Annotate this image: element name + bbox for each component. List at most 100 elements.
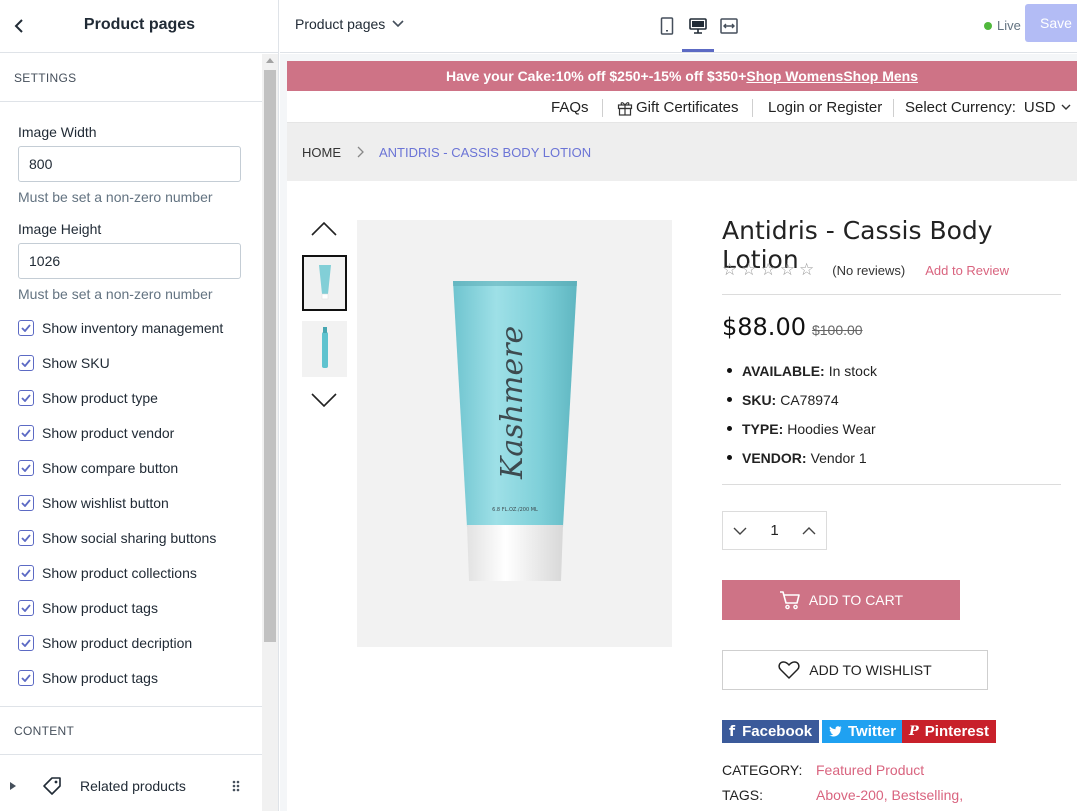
- bullet-icon: [727, 455, 732, 460]
- checkbox[interactable]: [18, 389, 34, 406]
- spec-value: In stock: [828, 362, 877, 379]
- divider: [722, 294, 1061, 295]
- fullscreen-view-button[interactable]: [717, 14, 741, 38]
- setting-checkbox-row[interactable]: Show SKU: [0, 345, 262, 380]
- scroll-up-arrow-icon[interactable]: [266, 58, 274, 63]
- checkbox[interactable]: [18, 319, 34, 336]
- quantity-value[interactable]: 1: [770, 522, 778, 539]
- checkbox[interactable]: [18, 599, 34, 616]
- star-empty-icon[interactable]: ☆: [780, 260, 795, 280]
- checkbox-label: Show compare button: [42, 459, 179, 476]
- login-register-link[interactable]: Login or Register: [768, 99, 882, 116]
- divider: [722, 484, 1061, 485]
- setting-checkbox-row[interactable]: Show wishlist button: [0, 485, 262, 520]
- heart-icon: [778, 661, 800, 679]
- checkmark-icon: [21, 358, 31, 367]
- setting-checkbox-row[interactable]: Show product decription: [0, 625, 262, 660]
- quantity-increase-button[interactable]: [798, 520, 820, 542]
- gift-icon: [617, 101, 633, 116]
- live-dot-icon: [984, 21, 992, 30]
- setting-checkbox-row[interactable]: Show inventory management: [0, 310, 262, 345]
- checkbox-label: Show product tags: [42, 599, 158, 616]
- page-selector-dropdown[interactable]: Product pages: [295, 16, 404, 32]
- shop-mens-link[interactable]: Shop Mens: [843, 68, 918, 84]
- review-count: (No reviews): [832, 262, 906, 278]
- setting-checkbox-row[interactable]: Show product type: [0, 380, 262, 415]
- chevron-right-icon: [357, 146, 364, 158]
- product-thumbnail-image: [321, 327, 328, 368]
- store-preview: Have your Cake: 10% off $250+ - 15% off …: [280, 54, 1077, 811]
- category-link[interactable]: Featured Product: [816, 762, 924, 778]
- pinterest-share-button[interactable]: P Pinterest: [902, 720, 996, 743]
- gallery-thumbnail-2[interactable]: [302, 321, 347, 377]
- category-label: CATEGORY:: [722, 762, 803, 778]
- checkbox[interactable]: [18, 634, 34, 651]
- add-review-link[interactable]: Add to Review: [925, 263, 1009, 278]
- setting-checkbox-row[interactable]: Show product vendor: [0, 415, 262, 450]
- currency-selector[interactable]: Select Currency: USD: [905, 99, 1071, 116]
- image-height-input[interactable]: [18, 243, 241, 279]
- checkmark-icon: [21, 463, 31, 472]
- spec-item: TYPE: Hoodies Wear: [727, 414, 877, 443]
- scrollbar-thumb[interactable]: [264, 70, 276, 642]
- tube-size-text: 6.8 FL.OZ./200 ML: [492, 507, 538, 513]
- gallery-up-button[interactable]: [308, 217, 340, 241]
- setting-checkbox-row[interactable]: Show social sharing buttons: [0, 520, 262, 555]
- bullet-icon: [727, 368, 732, 373]
- star-empty-icon[interactable]: ☆: [799, 260, 814, 280]
- facebook-share-button[interactable]: f Facebook: [722, 720, 820, 743]
- mobile-view-button[interactable]: [655, 14, 679, 38]
- expand-horizontal-icon: [720, 18, 738, 34]
- setting-checkbox-row[interactable]: Show product tags: [0, 660, 262, 695]
- twitter-share-button[interactable]: Twitter: [822, 720, 904, 743]
- gallery-thumbnail-1[interactable]: [302, 255, 347, 311]
- chevron-down-icon: [1061, 104, 1071, 110]
- setting-checkbox-row[interactable]: Show product tags: [0, 590, 262, 625]
- currency-label: Select Currency:: [905, 99, 1016, 116]
- add-to-wishlist-button[interactable]: ADD TO WISHLIST: [722, 650, 988, 690]
- sidebar-header: Product pages: [0, 0, 279, 53]
- faqs-link[interactable]: FAQs: [551, 99, 589, 116]
- nav-divider: [752, 99, 753, 117]
- star-empty-icon[interactable]: ☆: [741, 260, 756, 280]
- setting-checkbox-row[interactable]: Show compare button: [0, 450, 262, 485]
- chevron-up-icon: [311, 222, 337, 236]
- checkbox[interactable]: [18, 669, 34, 686]
- add-to-wishlist-label: ADD TO WISHLIST: [809, 662, 932, 678]
- setting-checkbox-row[interactable]: Show product collections: [0, 555, 262, 590]
- sidebar-title: Product pages: [83, 16, 196, 33]
- tag-icon: [43, 776, 61, 795]
- shop-womens-link[interactable]: Shop Womens: [746, 68, 843, 84]
- desktop-icon: [689, 18, 707, 34]
- checkbox[interactable]: [18, 564, 34, 581]
- product-price: $88.00 $100.00: [722, 313, 863, 341]
- checkbox[interactable]: [18, 494, 34, 511]
- add-to-cart-button[interactable]: ADD TO CART: [722, 580, 960, 620]
- checkbox[interactable]: [18, 424, 34, 441]
- nav-divider: [893, 99, 894, 117]
- star-empty-icon[interactable]: ☆: [722, 260, 737, 280]
- sidebar-scrollbar[interactable]: [262, 54, 278, 811]
- compare-price: $100.00: [811, 322, 863, 338]
- checkmark-icon: [21, 323, 31, 332]
- image-width-input[interactable]: [18, 146, 241, 182]
- checkbox[interactable]: [18, 354, 34, 371]
- breadcrumb-home[interactable]: HOME: [302, 145, 341, 160]
- star-empty-icon[interactable]: ☆: [761, 260, 776, 280]
- checkmark-icon: [21, 638, 31, 647]
- checkbox[interactable]: [18, 459, 34, 476]
- checkbox-label: Show product vendor: [42, 424, 175, 441]
- save-button[interactable]: Save: [1025, 4, 1077, 42]
- product-main-image[interactable]: Kashmere 6.8 FL.OZ./200 ML: [357, 220, 672, 647]
- desktop-view-button[interactable]: [686, 14, 710, 38]
- gallery-down-button[interactable]: [308, 388, 340, 412]
- drag-handle-icon[interactable]: [232, 780, 240, 792]
- tags-links[interactable]: Above-200, Bestselling,: [816, 787, 963, 803]
- related-products-item[interactable]: Related products: [0, 755, 262, 811]
- facebook-icon: f: [729, 723, 736, 740]
- checkbox[interactable]: [18, 529, 34, 546]
- chevron-up-icon: [802, 526, 816, 534]
- quantity-decrease-button[interactable]: [729, 520, 751, 542]
- gift-certificates-link[interactable]: Gift Certificates: [617, 99, 739, 116]
- image-height-help: Must be set a non-zero number: [18, 286, 213, 302]
